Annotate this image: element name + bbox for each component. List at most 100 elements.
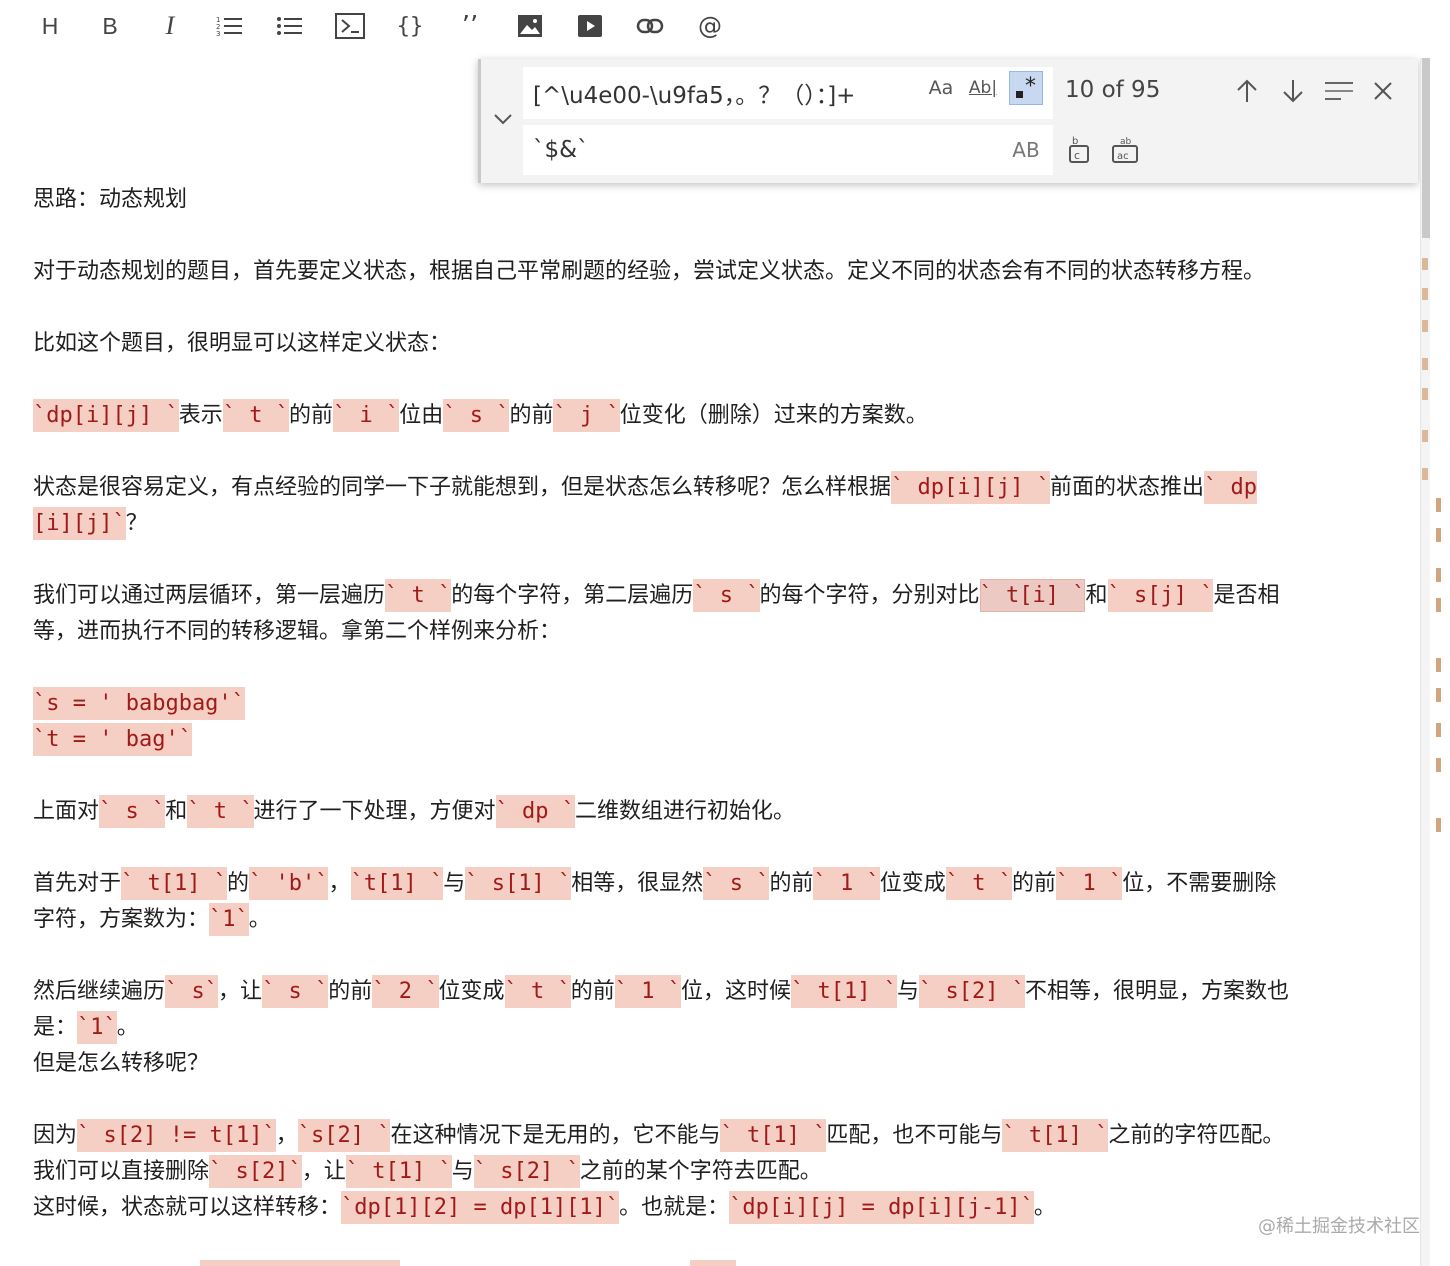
previous-match-button[interactable] bbox=[1229, 73, 1265, 109]
svg-text:c: c bbox=[1074, 149, 1080, 162]
text: 字符，方案数为： bbox=[33, 907, 210, 932]
match-highlight: ` 1 ` bbox=[614, 975, 681, 1008]
whole-word-toggle[interactable]: Ab| bbox=[966, 71, 1000, 105]
svg-text:ac: ac bbox=[1117, 151, 1129, 162]
match-highlight: ` s[2] ` bbox=[473, 1155, 580, 1188]
match-marker bbox=[1436, 723, 1441, 737]
text: 的前 bbox=[1011, 871, 1056, 896]
match-highlight: ` t ` bbox=[504, 975, 571, 1008]
link-button[interactable] bbox=[632, 8, 668, 44]
match-marker bbox=[1422, 258, 1428, 270]
match-highlight: ` s[1] ` bbox=[465, 867, 572, 900]
replace-all-button[interactable]: ab ac bbox=[1107, 131, 1143, 167]
match-marker bbox=[1436, 688, 1441, 702]
unordered-list-button[interactable] bbox=[272, 8, 308, 44]
text: 的前 bbox=[769, 871, 814, 896]
paragraph: 状态是很容易定义，有点经验的同学一下子就能想到，但是状态怎么转移呢？怎么样根据`… bbox=[33, 470, 1408, 506]
match-case-toggle[interactable]: Aa bbox=[924, 71, 958, 105]
text: 进行了一下处理，方便对 bbox=[253, 799, 496, 824]
match-highlight: ` dp bbox=[1203, 471, 1257, 504]
paragraph: 但是怎么转移呢？ bbox=[33, 1046, 1408, 1082]
find-in-selection-button[interactable] bbox=[1321, 73, 1357, 109]
heading-button[interactable]: H bbox=[32, 8, 68, 44]
match-highlight: ` 1 ` bbox=[813, 867, 880, 900]
unordered-list-icon bbox=[277, 17, 302, 35]
text: ， bbox=[275, 1123, 298, 1148]
match-highlight: `dp[i][j] = dp[i][j-1]` bbox=[729, 1191, 1034, 1224]
next-match-button[interactable] bbox=[1275, 73, 1311, 109]
editor-toolbar: H B I 123 {} ’’ @ bbox=[0, 0, 1420, 54]
paragraph: 这时候，状态就可以这样转移：`dp[1][2] = dp[1][1]`。也就是：… bbox=[33, 1190, 1408, 1226]
match-highlight: ` s` bbox=[165, 975, 218, 1008]
paragraph: 等，进而执行不同的转移逻辑。拿第二个样例来分析： bbox=[33, 614, 1408, 650]
text: 。也就是： bbox=[619, 1195, 730, 1220]
match-marker bbox=[1436, 598, 1441, 612]
replace-all-icon: abac bbox=[1112, 137, 1138, 163]
match-highlight: ` dp ` bbox=[495, 795, 575, 828]
svg-text:*: * bbox=[1025, 75, 1036, 99]
whole-word-label: Ab| bbox=[968, 78, 998, 98]
match-highlight: `dp[i][j] ` bbox=[33, 399, 179, 432]
match-highlight: `t[1] ` bbox=[350, 867, 444, 900]
match-highlight: `t = ' bag'` bbox=[33, 723, 192, 756]
match-highlight: ` t[1] ` bbox=[345, 1155, 452, 1188]
text: ？ bbox=[125, 511, 148, 536]
text: 。 bbox=[248, 907, 271, 932]
match-highlight: ` s[2] != t[1]` bbox=[77, 1119, 276, 1152]
bold-button[interactable]: B bbox=[92, 8, 128, 44]
text: 。 bbox=[116, 1015, 139, 1040]
text: 与 bbox=[443, 871, 466, 896]
link-icon bbox=[636, 18, 664, 34]
match-highlight: `s = ' babgbag'` bbox=[33, 687, 245, 720]
match-highlight: ` 2 ` bbox=[372, 975, 439, 1008]
inline-code-button[interactable] bbox=[332, 8, 368, 44]
text: 的每个字符，分别对比 bbox=[759, 583, 980, 608]
text: 之前的字符匹配。 bbox=[1108, 1123, 1285, 1148]
ordered-list-button[interactable]: 123 bbox=[212, 8, 248, 44]
chevron-down-icon bbox=[494, 114, 512, 125]
code-block-button[interactable]: {} bbox=[392, 8, 428, 44]
match-marker bbox=[1422, 388, 1428, 400]
replace-input[interactable]: `$&` bbox=[523, 125, 1053, 175]
paragraph: 思路：动态规划 bbox=[33, 182, 1408, 218]
replace-one-button[interactable]: bc bbox=[1061, 131, 1097, 167]
text: 我们可以直接删除 bbox=[33, 1159, 210, 1184]
match-case-label: Aa bbox=[928, 77, 954, 99]
vertical-scrollbar[interactable] bbox=[1420, 58, 1430, 1266]
preserve-case-toggle[interactable]: AB bbox=[1009, 133, 1043, 167]
video-button[interactable] bbox=[572, 8, 608, 44]
match-marker bbox=[1436, 758, 1441, 772]
text: 与 bbox=[896, 979, 919, 1004]
arrow-up-icon bbox=[1237, 79, 1257, 102]
text: ， bbox=[328, 871, 351, 896]
toggle-replace-button[interactable] bbox=[491, 107, 515, 131]
image-icon bbox=[518, 15, 542, 37]
match-highlight: `s[2] ` bbox=[297, 1119, 391, 1152]
image-button[interactable] bbox=[512, 8, 548, 44]
editor-content[interactable]: 思路：动态规划 对于动态规划的题目，首先要定义状态，根据自己平常刷题的经验，尝试… bbox=[0, 54, 1420, 1266]
quote-button[interactable]: ’’ bbox=[452, 8, 488, 44]
text: ，让 bbox=[301, 1159, 346, 1184]
italic-button[interactable]: I bbox=[152, 8, 188, 44]
close-find-button[interactable] bbox=[1365, 73, 1401, 109]
scroll-thumb[interactable] bbox=[1422, 58, 1430, 238]
match-highlight: ` t ` bbox=[187, 795, 254, 828]
paragraph: 然后继续遍历` s`，让` s `的前` 2 `位变成` t `的前` 1 `位… bbox=[33, 974, 1408, 1010]
match-marker bbox=[1436, 498, 1441, 512]
paragraph: 因为` s[2] != t[1]`，`s[2] `在这种情况下是无用的，它不能与… bbox=[33, 1118, 1408, 1154]
regex-toggle[interactable]: * bbox=[1009, 71, 1043, 105]
text: 位变化（删除）过来的方案数。 bbox=[619, 403, 928, 428]
paragraph: 字符，方案数为：`1`。 bbox=[33, 902, 1408, 938]
match-highlight: ` s[2]` bbox=[209, 1155, 302, 1188]
match-highlight: ` dp[i][j] ` bbox=[891, 471, 1050, 504]
text: 的每个字符，第二层遍历 bbox=[451, 583, 694, 608]
paragraph: 我们可以直接删除` s[2]`，让` t[1] `与` s[2] `之前的某个字… bbox=[33, 1154, 1408, 1190]
text: 的前 bbox=[288, 403, 333, 428]
match-highlight: ` s ` bbox=[693, 579, 760, 612]
current-match-highlight: ` t[i] ` bbox=[979, 579, 1086, 612]
text: 在这种情况下是无用的，它不能与 bbox=[390, 1123, 721, 1148]
mention-button[interactable]: @ bbox=[692, 8, 728, 44]
text: 的 bbox=[226, 871, 249, 896]
text: 等，进而执行不同的转移逻辑。拿第二个样例来分析： bbox=[33, 619, 562, 644]
paragraph: [i][j]`？ bbox=[33, 506, 1408, 542]
